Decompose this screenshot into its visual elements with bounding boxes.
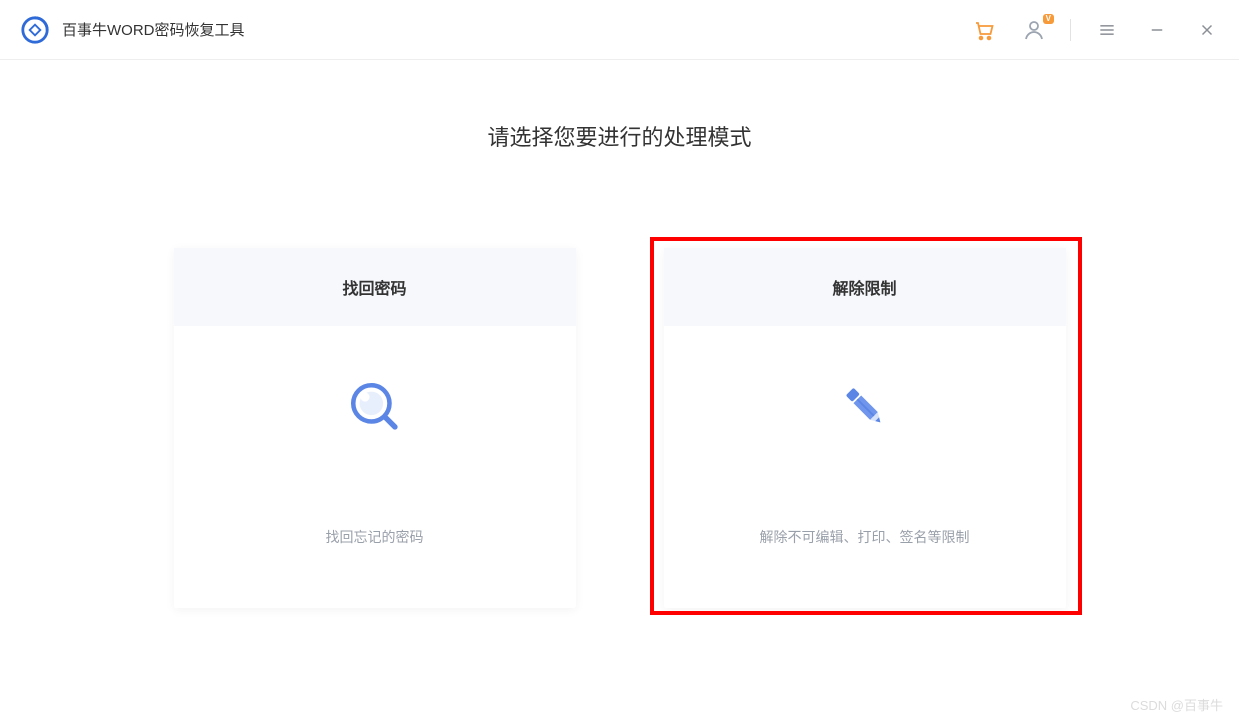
pencil-icon: [835, 377, 895, 437]
cart-icon[interactable]: [970, 16, 998, 44]
user-icon[interactable]: V: [1020, 16, 1048, 44]
menu-icon[interactable]: [1093, 16, 1121, 44]
titlebar-divider: [1070, 19, 1071, 41]
watermark: CSDN @百事牛: [1130, 695, 1223, 714]
app-title: 百事牛WORD密码恢复工具: [62, 19, 245, 40]
card-title: 找回密码: [174, 248, 576, 326]
card-title: 解除限制: [664, 248, 1066, 326]
app-logo-icon: [20, 15, 50, 45]
minimize-icon[interactable]: [1143, 16, 1171, 44]
titlebar: 百事牛WORD密码恢复工具 V: [0, 0, 1239, 60]
magnifier-icon: [345, 377, 405, 437]
main-content: 请选择您要进行的处理模式 找回密码 找回忘记的密码 解除限制: [0, 60, 1239, 608]
close-icon[interactable]: [1193, 16, 1221, 44]
card-desc: 找回忘记的密码: [326, 527, 424, 547]
card-body: 找回忘记的密码: [174, 326, 576, 608]
titlebar-left: 百事牛WORD密码恢复工具: [20, 15, 245, 45]
card-body: 解除不可编辑、打印、签名等限制: [664, 326, 1066, 608]
card-recover-password[interactable]: 找回密码 找回忘记的密码: [174, 248, 576, 608]
card-desc: 解除不可编辑、打印、签名等限制: [760, 527, 970, 547]
titlebar-right: V: [970, 16, 1221, 44]
cards-container: 找回密码 找回忘记的密码 解除限制: [0, 248, 1239, 608]
main-heading: 请选择您要进行的处理模式: [0, 120, 1239, 152]
card-remove-restriction[interactable]: 解除限制 解除不可编辑、打印、签名等限制: [664, 248, 1066, 608]
vip-badge-icon: V: [1043, 14, 1054, 24]
